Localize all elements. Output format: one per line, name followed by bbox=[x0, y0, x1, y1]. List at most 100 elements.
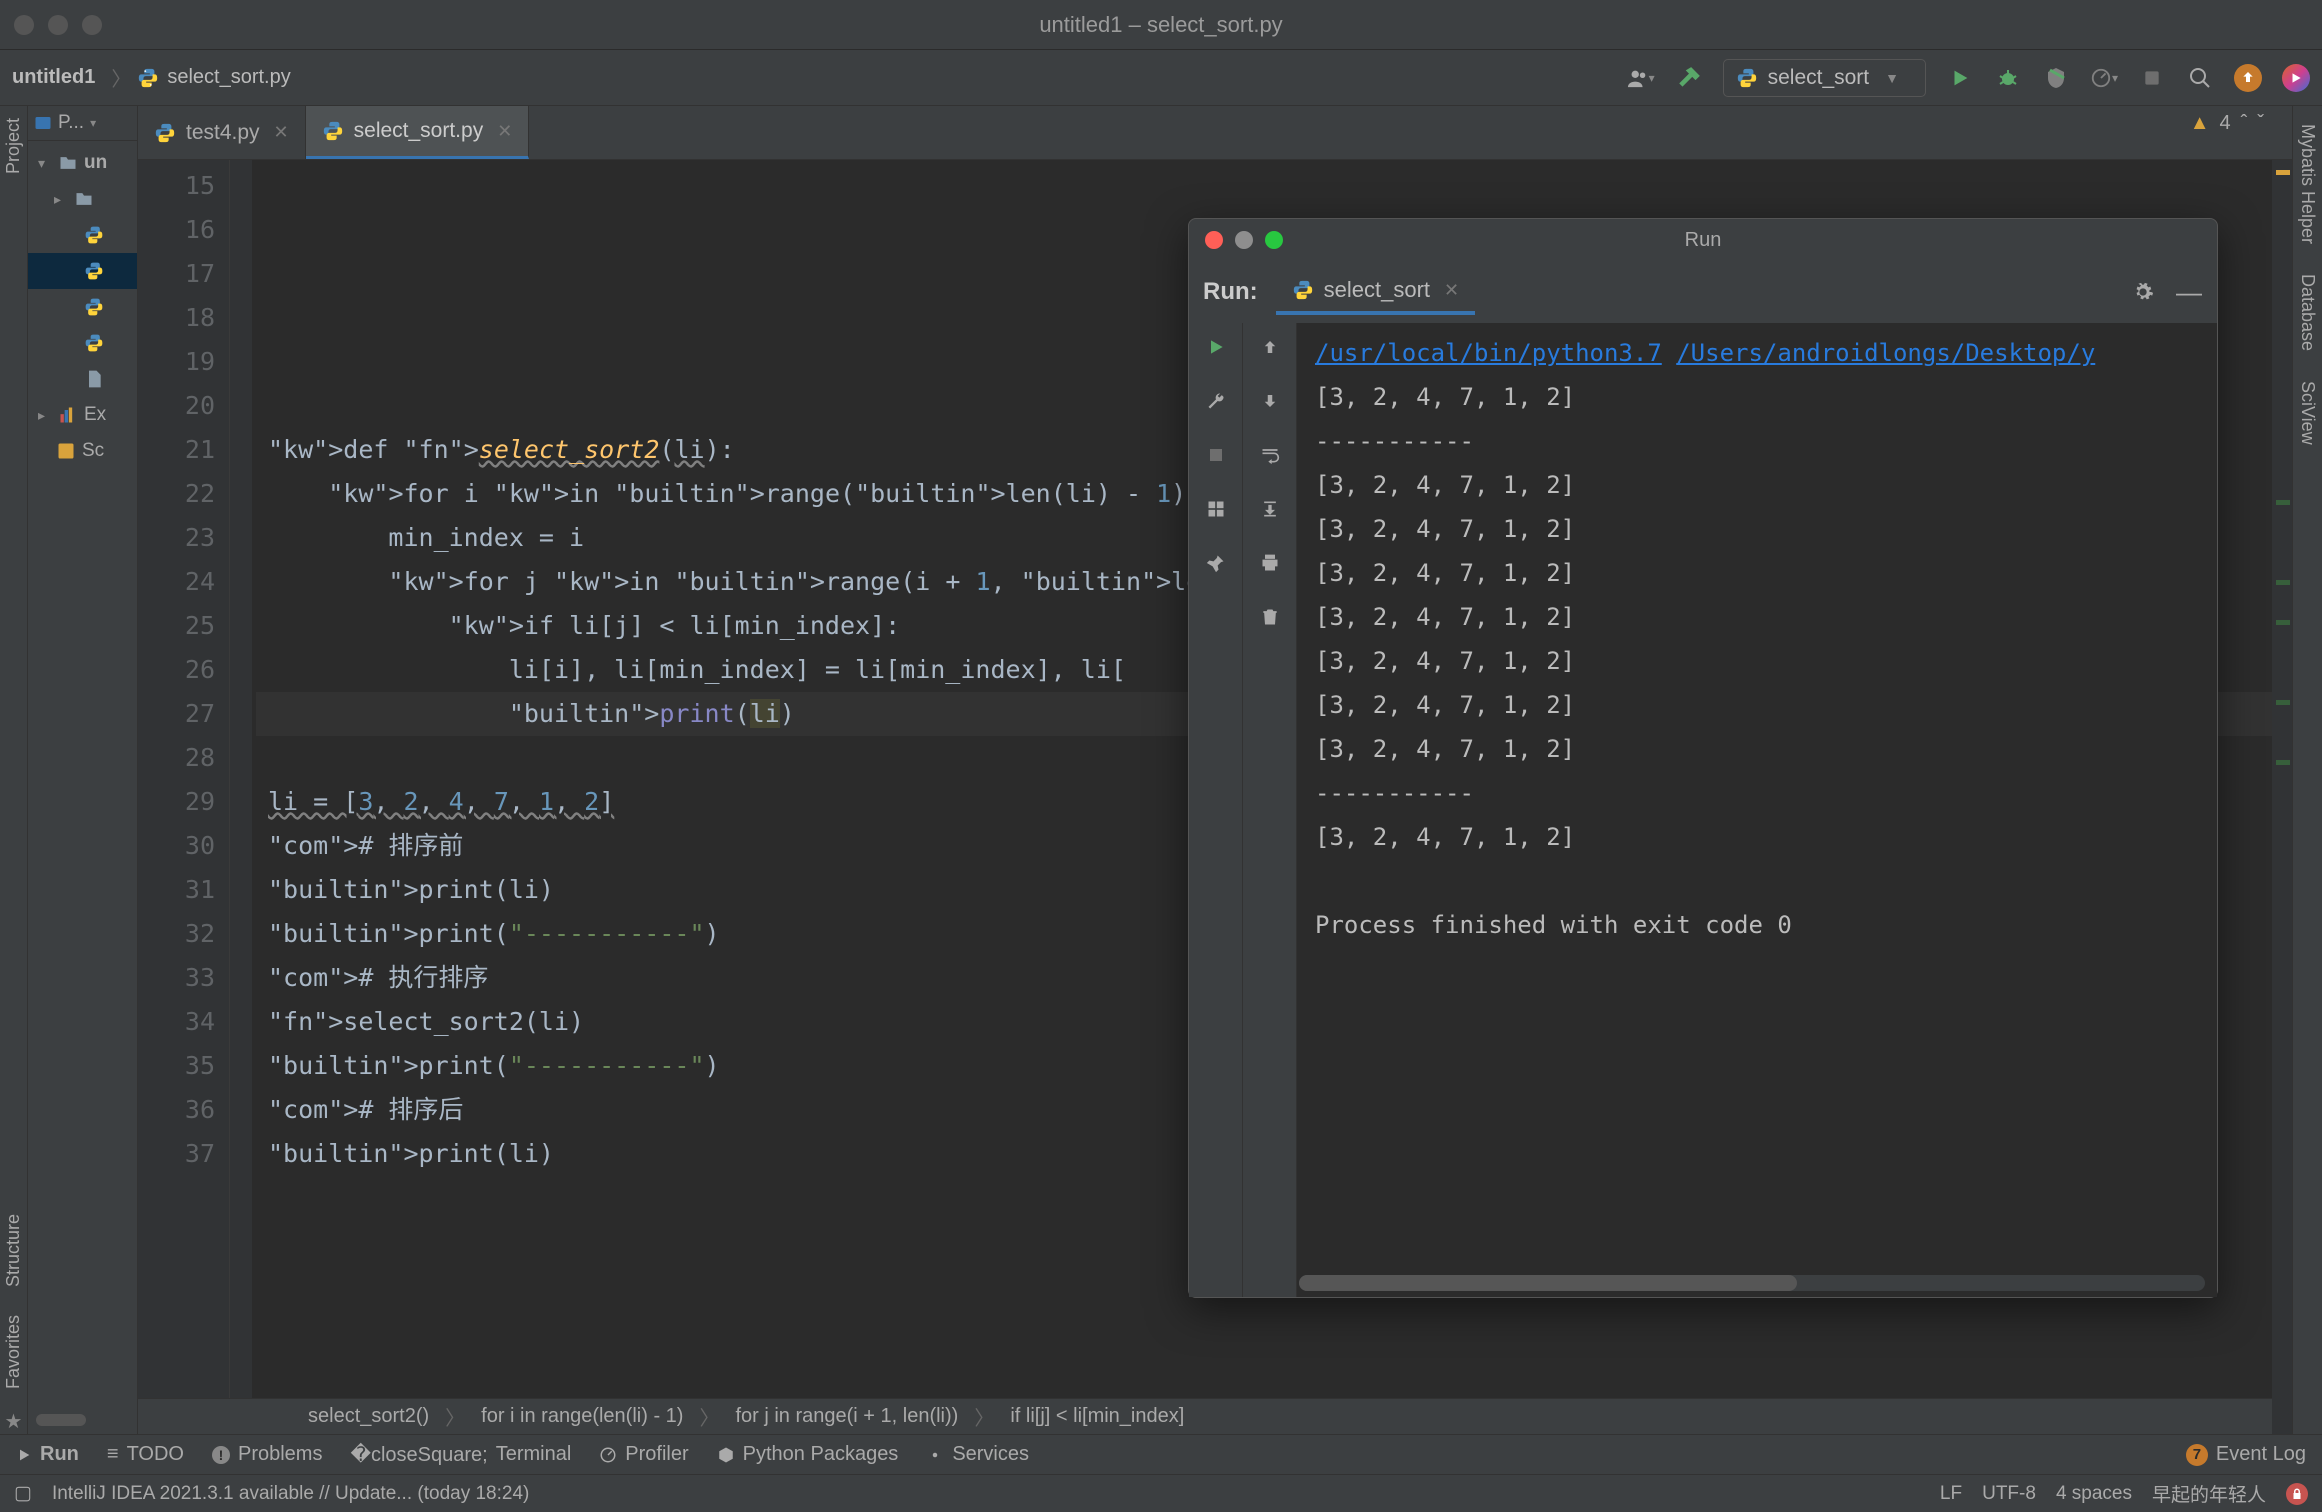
profiler-icon bbox=[599, 1446, 617, 1464]
lock-icon[interactable] bbox=[2286, 1483, 2308, 1505]
up-arrow-icon[interactable] bbox=[1256, 333, 1284, 361]
run-tool-button[interactable]: Run bbox=[16, 1443, 79, 1466]
tree-scroll-thumb[interactable] bbox=[36, 1414, 86, 1426]
tree-row-ext[interactable]: ▸ Ex bbox=[28, 397, 137, 433]
status-line-sep[interactable]: LF bbox=[1940, 1483, 1962, 1505]
tree-row[interactable] bbox=[28, 325, 137, 361]
wrench-icon[interactable] bbox=[1202, 387, 1230, 415]
breadcrumb-file[interactable]: select_sort.py bbox=[137, 66, 290, 89]
bc-item[interactable]: select_sort2() bbox=[308, 1405, 429, 1428]
python-packages-tool-button[interactable]: Python Packages bbox=[717, 1443, 899, 1466]
profile-icon[interactable]: ▾ bbox=[2090, 64, 2118, 92]
status-message[interactable]: IntelliJ IDEA 2021.3.1 available // Upda… bbox=[52, 1483, 529, 1505]
status-motto: 早起的年轻人 bbox=[2152, 1480, 2266, 1507]
hide-icon[interactable]: — bbox=[2175, 278, 2203, 306]
bc-item[interactable]: for i in range(len(li) - 1) bbox=[481, 1405, 683, 1428]
close-tab-icon[interactable]: ✕ bbox=[274, 122, 289, 143]
trash-icon[interactable] bbox=[1256, 603, 1284, 631]
scratch-icon bbox=[56, 441, 76, 461]
project-tree-header-label: P... bbox=[58, 112, 84, 134]
warning-icon: ▲ bbox=[2190, 112, 2210, 135]
tree-row-scratches[interactable]: Sc bbox=[28, 433, 137, 469]
prev-highlight-icon[interactable]: ˆ bbox=[2241, 112, 2248, 135]
rerun-icon[interactable] bbox=[1202, 333, 1230, 361]
scroll-to-end-icon[interactable] bbox=[1256, 495, 1284, 523]
ide-services-icon[interactable] bbox=[2282, 64, 2310, 92]
build-hammer-icon[interactable] bbox=[1675, 64, 1703, 92]
editor-tab-select-sort[interactable]: select_sort.py ✕ bbox=[306, 106, 530, 159]
inspections-indicator[interactable]: ▲ 4 ˆ ˇ bbox=[2190, 112, 2264, 135]
event-log-button[interactable]: 7Event Log bbox=[2186, 1443, 2306, 1466]
next-highlight-icon[interactable]: ˇ bbox=[2257, 112, 2264, 135]
stop-icon[interactable] bbox=[2138, 64, 2166, 92]
pin-icon[interactable] bbox=[1202, 549, 1230, 577]
tool-windows-toggle-icon[interactable]: ▢ bbox=[14, 1482, 32, 1505]
breadcrumb-bar: select_sort2() 〉 for i in range(len(li) … bbox=[138, 1398, 2292, 1434]
problems-tool-button[interactable]: !Problems bbox=[212, 1443, 322, 1466]
editor-tab-test4[interactable]: test4.py ✕ bbox=[138, 106, 306, 159]
tree-row-root[interactable]: ▾ un bbox=[28, 145, 137, 181]
run-button-icon[interactable] bbox=[1946, 64, 1974, 92]
soft-wrap-icon[interactable] bbox=[1256, 441, 1284, 469]
chevron-right-icon[interactable]: ▸ bbox=[38, 407, 52, 424]
breadcrumb-project-label: untitled1 bbox=[12, 66, 95, 89]
mybatis-tool-tab[interactable]: Mybatis Helper bbox=[2295, 116, 2320, 252]
tree-row[interactable]: ▸ bbox=[28, 181, 137, 217]
bc-item[interactable]: for j in range(i + 1, len(li)) bbox=[735, 1405, 958, 1428]
project-tree-header[interactable]: P... ▾ bbox=[28, 106, 137, 141]
services-tool-button[interactable]: Services bbox=[926, 1443, 1029, 1466]
update-badge-icon[interactable] bbox=[2234, 64, 2262, 92]
python-icon bbox=[1292, 279, 1314, 301]
left-tool-strip: Project Structure Favorites ★ bbox=[0, 106, 28, 1434]
tree-row[interactable] bbox=[28, 361, 137, 397]
stop-icon[interactable] bbox=[1202, 441, 1230, 469]
print-icon[interactable] bbox=[1256, 549, 1284, 577]
run-header: Run: select_sort ✕ — bbox=[1189, 261, 2217, 323]
error-stripe[interactable] bbox=[2272, 160, 2292, 1434]
profiler-tool-button[interactable]: Profiler bbox=[599, 1443, 688, 1466]
tree-root-label: un bbox=[84, 152, 107, 174]
sciview-tool-tab[interactable]: SciView bbox=[2295, 373, 2320, 453]
tree-row[interactable] bbox=[28, 289, 137, 325]
down-arrow-icon[interactable] bbox=[1256, 387, 1284, 415]
run-tab[interactable]: select_sort ✕ bbox=[1276, 269, 1475, 315]
status-encoding[interactable]: UTF-8 bbox=[1982, 1483, 2036, 1505]
run-hscrollbar[interactable] bbox=[1299, 1275, 2205, 1291]
file-icon bbox=[84, 369, 104, 389]
project-tool-tab[interactable]: Project bbox=[1, 110, 26, 182]
fold-column[interactable] bbox=[230, 160, 252, 1434]
breadcrumb-project[interactable]: untitled1 bbox=[12, 66, 95, 89]
bc-item[interactable]: if li[j] < li[min_index] bbox=[1010, 1405, 1184, 1428]
database-tool-tab[interactable]: Database bbox=[2295, 266, 2320, 359]
python-file-icon bbox=[84, 333, 104, 353]
scroll-thumb[interactable] bbox=[1299, 1275, 1797, 1291]
tree-row-selected[interactable] bbox=[28, 253, 137, 289]
python-file-icon bbox=[84, 261, 104, 281]
gear-icon[interactable] bbox=[2129, 278, 2157, 306]
debug-button-icon[interactable] bbox=[1994, 64, 2022, 92]
folder-icon bbox=[74, 189, 94, 209]
structure-tool-tab[interactable]: Structure bbox=[1, 1206, 26, 1295]
layout-icon[interactable] bbox=[1202, 495, 1230, 523]
run-window-titlebar[interactable]: Run bbox=[1189, 219, 2217, 261]
favorites-tool-tab[interactable]: Favorites bbox=[1, 1307, 26, 1397]
coverage-icon[interactable] bbox=[2042, 64, 2070, 92]
python-icon bbox=[1736, 67, 1758, 89]
terminal-tool-button[interactable]: �closeSquare;Terminal bbox=[350, 1442, 571, 1467]
event-log-badge: 7 bbox=[2186, 1444, 2208, 1466]
chevron-right-icon[interactable]: ▸ bbox=[54, 191, 68, 208]
editor-tab-label: select_sort.py bbox=[354, 119, 484, 143]
services-icon bbox=[926, 1446, 944, 1464]
user-icon[interactable]: ▾ bbox=[1627, 64, 1655, 92]
todo-tool-button[interactable]: ≡TODO bbox=[107, 1443, 184, 1466]
status-indent[interactable]: 4 spaces bbox=[2056, 1483, 2132, 1505]
run-console[interactable]: /usr/local/bin/python3.7 /Users/androidl… bbox=[1297, 323, 2217, 1297]
line-gutter[interactable]: 1516171819202122232425262728293031323334… bbox=[138, 160, 230, 1434]
run-config-selector[interactable]: select_sort ▼ bbox=[1723, 59, 1926, 97]
close-tab-icon[interactable]: ✕ bbox=[497, 121, 512, 142]
close-tab-icon[interactable]: ✕ bbox=[1444, 280, 1459, 301]
chevron-down-icon[interactable]: ▾ bbox=[38, 155, 52, 172]
search-icon[interactable] bbox=[2186, 64, 2214, 92]
mac-titlebar: untitled1 – select_sort.py bbox=[0, 0, 2322, 50]
tree-row[interactable] bbox=[28, 217, 137, 253]
